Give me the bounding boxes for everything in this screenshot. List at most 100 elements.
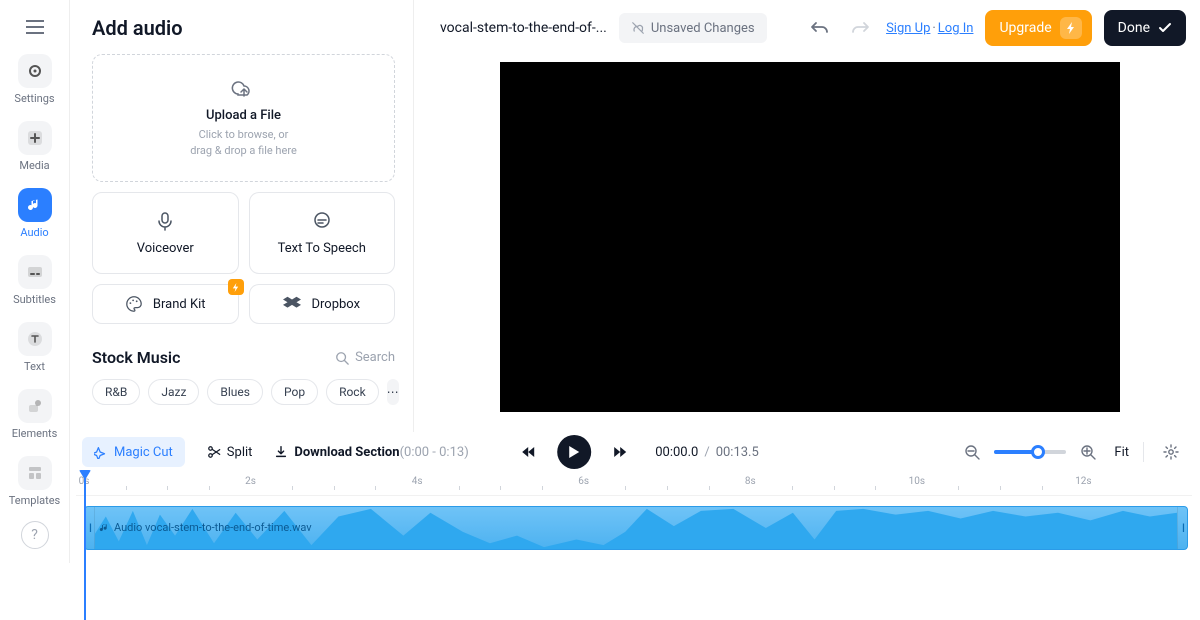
panel-title: Add audio [92,16,395,40]
rail-text[interactable]: Text [0,318,69,377]
playhead[interactable] [84,476,86,620]
zoom-out-button[interactable] [960,440,984,464]
tick-minor [709,486,710,490]
tick-minor [958,486,959,490]
magic-cut-button[interactable]: Magic Cut [82,437,185,467]
video-preview[interactable] [500,62,1120,412]
zoom-in-button[interactable] [1076,440,1100,464]
undo-button[interactable] [806,14,834,42]
gear-icon [1163,444,1179,460]
tick-minor [167,486,168,490]
brandkit-card[interactable]: Brand Kit [92,284,239,324]
voiceover-label: Voiceover [137,241,194,256]
menu-button[interactable] [15,12,55,42]
zoom-knob[interactable] [1031,445,1045,459]
unsaved-badge: Unsaved Changes [619,13,767,43]
transport-controls: 00:00.0/00:13.5 [515,435,759,469]
rail-media[interactable]: Media [0,117,69,176]
upgrade-button[interactable]: Upgrade [985,10,1091,46]
tag-rnb[interactable]: R&B [92,379,140,405]
rail-audio-label: Audio [20,226,48,239]
help-wrap: ? [0,521,69,549]
download-range: (0:00 - 0:13) [400,445,469,460]
tag-more[interactable]: ⋯ [387,379,399,405]
help-button[interactable]: ? [21,521,49,549]
done-button[interactable]: Done [1104,10,1186,46]
tick-minor [334,486,335,490]
zoom-slider[interactable] [994,450,1066,454]
clip-handle-left[interactable]: || [85,507,95,549]
tick-major: 10s [909,476,925,487]
tick-minor [875,486,876,490]
tick-minor [292,486,293,490]
tick-minor [834,486,835,490]
tick-major: 6s [578,476,589,487]
music-note-icon [27,197,43,213]
timeline-toolbar: Magic Cut Split Download Section(0:00 - … [82,432,1192,472]
timeline-settings-button[interactable] [1158,439,1184,465]
undo-icon [810,20,830,36]
tag-blues[interactable]: Blues [207,379,263,405]
rail-templates[interactable]: Templates [0,452,69,511]
rail-elements-label: Elements [12,427,58,440]
audio-clip[interactable]: || Audio vocal-stem-to-the-end-of-time.w… [84,506,1188,550]
timeline[interactable]: 0s2s4s6s8s10s12s || Audio vocal-stem-to-… [76,476,1192,556]
dropbox-icon [283,296,301,312]
audio-panel: Add audio Upload a File Click to browse,… [70,0,414,432]
fit-button[interactable]: Fit [1114,445,1129,460]
redo-button[interactable] [846,14,874,42]
skip-forward-button[interactable] [605,438,633,466]
project-name[interactable]: vocal-stem-to-the-end-of-... [440,20,607,36]
download-icon [274,445,288,459]
audio-icon [99,522,110,533]
brandkit-label: Brand Kit [153,297,206,312]
rail-elements[interactable]: Elements [0,385,69,444]
rail-audio[interactable]: Audio [0,184,69,243]
play-button[interactable] [557,435,591,469]
signup-link[interactable]: Sign Up [886,21,930,36]
upload-dropzone[interactable]: Upload a File Click to browse, ordrag & … [92,54,395,182]
tag-jazz[interactable]: Jazz [148,379,199,405]
templates-icon [27,465,43,481]
voiceover-card[interactable]: Voiceover [92,192,239,274]
rail-media-label: Media [19,159,49,172]
bolt-badge-icon [228,279,244,295]
split-button[interactable]: Split [197,437,263,467]
done-label: Done [1118,20,1150,36]
tick-major: 4s [412,476,423,487]
tag-rock[interactable]: Rock [326,379,379,405]
stock-search[interactable]: Search [335,350,395,365]
tick-major: 8s [745,476,756,487]
microphone-icon [155,211,175,231]
text-icon [27,331,43,347]
stock-title: Stock Music [92,348,180,367]
tick-minor [542,486,543,490]
rail-subtitles[interactable]: Subtitles [0,251,69,310]
speech-icon [312,211,332,231]
skip-back-button[interactable] [515,438,543,466]
rail-settings[interactable]: Settings [0,50,69,109]
tag-pop[interactable]: Pop [271,379,318,405]
login-link[interactable]: Log In [938,21,974,36]
clip-handle-right[interactable]: || [1177,507,1187,549]
time-display: 00:00.0/00:13.5 [655,445,759,460]
tick-minor [667,486,668,490]
cloud-off-icon [631,21,645,35]
genre-tags: R&B Jazz Blues Pop Rock ⋯ [92,379,395,405]
rail-text-label: Text [24,360,45,373]
tts-card[interactable]: Text To Speech [249,192,396,274]
zoom-out-icon [964,444,980,460]
upgrade-label: Upgrade [999,20,1051,36]
dropbox-card[interactable]: Dropbox [249,284,396,324]
timeline-ruler[interactable]: 0s2s4s6s8s10s12s [76,476,1192,496]
upload-title: Upload a File [206,108,281,123]
stock-search-label: Search [355,350,395,365]
magic-label: Magic Cut [114,445,173,460]
tick-minor [1042,486,1043,490]
bolt-icon [1060,17,1082,39]
tick-minor [792,486,793,490]
cloud-upload-icon [230,78,258,100]
tick-major: 12s [1075,476,1091,487]
download-section-button[interactable]: Download Section(0:00 - 0:13) [274,445,468,460]
tick-minor [1000,486,1001,490]
